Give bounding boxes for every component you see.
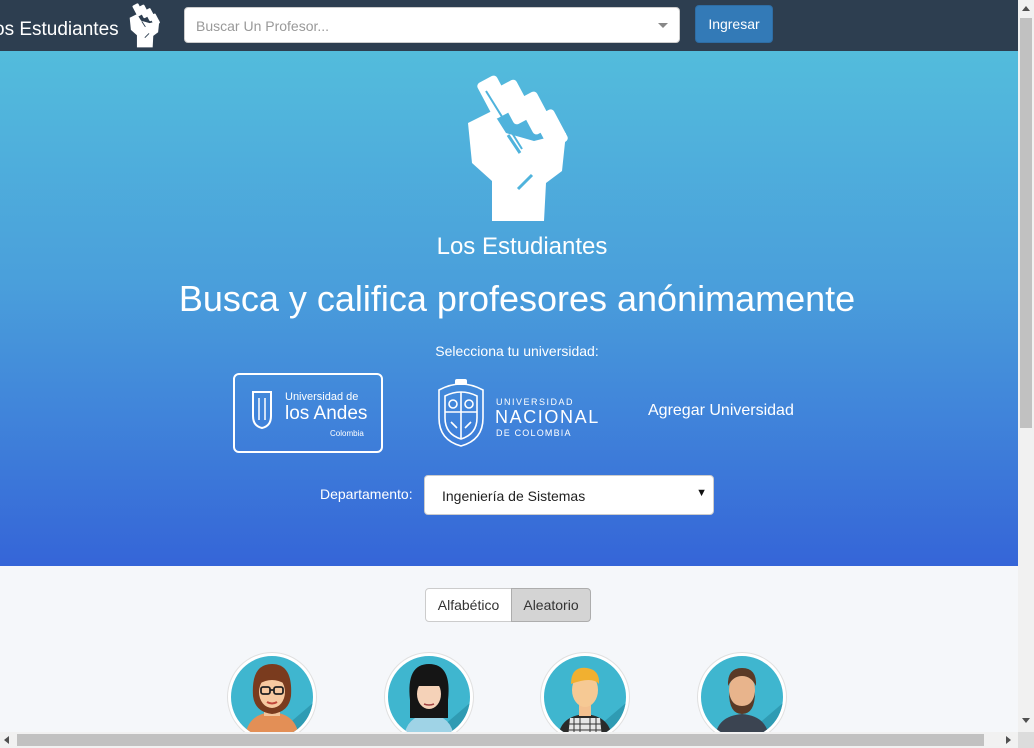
nacional-crest-icon <box>438 379 484 447</box>
select-university-label: Selecciona tu universidad: <box>435 343 599 359</box>
scroll-right-icon[interactable] <box>1006 736 1011 744</box>
sort-random-button[interactable]: Aleatorio <box>511 588 591 622</box>
horizontal-scroll-thumb[interactable] <box>17 734 984 746</box>
university-line3: Colombia <box>330 429 364 438</box>
scrollbar-corner <box>1018 732 1034 748</box>
raised-fist-icon <box>468 75 568 221</box>
login-button[interactable]: Ingresar <box>695 5 773 43</box>
horizontal-scrollbar[interactable] <box>0 732 1018 748</box>
top-navbar: os Estudiantes Buscar Un Profesor... Ing… <box>0 0 1018 51</box>
sort-toggle-group: Alfabético Aleatorio <box>425 588 591 622</box>
professor-avatar[interactable] <box>541 653 629 741</box>
professor-avatar[interactable] <box>698 653 786 741</box>
add-university-link[interactable]: Agregar Universidad <box>648 402 794 420</box>
brand-name[interactable]: os Estudiantes <box>0 19 119 41</box>
professor-search-input[interactable]: Buscar Un Profesor... <box>184 7 680 43</box>
vertical-scrollbar[interactable] <box>1018 0 1034 732</box>
department-label: Departamento: <box>320 486 413 502</box>
university-line1: UNIVERSIDAD <box>496 397 575 407</box>
scroll-down-icon[interactable] <box>1022 718 1030 723</box>
chevron-down-icon[interactable] <box>658 23 668 28</box>
sort-alphabetical-button[interactable]: Alfabético <box>425 588 512 622</box>
university-line2: NACIONAL <box>495 407 600 427</box>
vertical-scroll-thumb[interactable] <box>1020 18 1032 428</box>
department-selected-value: Ingeniería de Sistemas <box>442 488 586 504</box>
university-line1: Universidad de <box>285 391 359 403</box>
woman-dark-hair-avatar-icon <box>404 664 470 738</box>
man-blond-avatar-icon <box>558 667 626 738</box>
page-title: Busca y califica profesores anónimamente <box>178 278 856 319</box>
andes-shield-icon <box>252 391 272 430</box>
department-select[interactable]: Ingeniería de Sistemas ▼ <box>424 475 714 515</box>
professor-avatar[interactable] <box>385 653 473 741</box>
hero-brand-name: Los Estudiantes <box>436 233 608 260</box>
raised-fist-icon[interactable] <box>127 2 162 48</box>
dropdown-arrow-icon: ▼ <box>696 487 707 499</box>
university-line2: los Andes <box>285 403 368 424</box>
scroll-left-icon[interactable] <box>4 736 9 744</box>
professor-avatar[interactable] <box>228 653 316 741</box>
woman-glasses-avatar-icon <box>245 664 313 738</box>
hero-section: Los Estudiantes Busca y califica profeso… <box>0 51 1018 566</box>
search-placeholder: Buscar Un Profesor... <box>196 18 330 34</box>
university-option-andes[interactable]: Universidad de los Andes Colombia <box>233 373 383 453</box>
university-line3: DE COLOMBIA <box>496 428 572 438</box>
man-beard-avatar-icon <box>715 668 783 738</box>
university-option-nacional[interactable]: UNIVERSIDAD NACIONAL DE COLOMBIA <box>431 376 601 452</box>
scroll-up-icon[interactable] <box>1022 6 1030 11</box>
